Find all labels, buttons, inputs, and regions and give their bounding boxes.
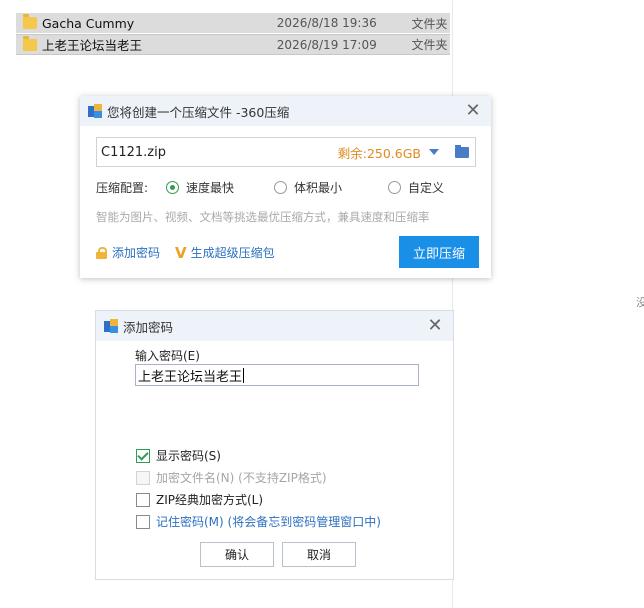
show-password-option[interactable]: 显示密码(S) — [136, 447, 221, 464]
compress-dialog-title: 您将创建一个压缩文件 -360压缩 — [107, 104, 290, 120]
checkbox-label[interactable]: 显示密码(S) — [156, 447, 221, 464]
folder-icon — [23, 35, 37, 51]
cancel-button[interactable]: 取消 — [282, 542, 356, 567]
super-compress-icon: V — [175, 243, 187, 262]
archive-path-field[interactable]: C1121.zip 剩余:250.6GB — [96, 137, 476, 167]
add-password-link[interactable]: 添加密码 — [112, 244, 160, 261]
compress-now-button[interactable]: 立即压缩 — [399, 236, 479, 268]
compress-dialog: 您将创建一个压缩文件 -360压缩 ✕ C1121.zip 剩余:250.6GB… — [80, 96, 491, 278]
compress-hint: 智能为图片、视频、文档等挑选最优压缩方式，兼具速度和压缩率 — [96, 210, 430, 224]
radio-label[interactable]: 自定义 — [408, 179, 444, 196]
password-input-label: 输入密码(E) — [135, 349, 200, 363]
edge-text: 没 — [636, 296, 644, 309]
file-type: 文件夹 — [411, 16, 448, 31]
file-name: Gacha Cummy — [42, 15, 135, 31]
option-links: 添加密码 V 生成超级压缩包 — [96, 244, 275, 261]
radio-custom[interactable]: 自定义 — [388, 179, 444, 196]
password-dialog-titlebar[interactable]: 添加密码 ✕ — [96, 311, 453, 341]
password-value[interactable]: 上老王论坛当老王 — [138, 366, 242, 385]
file-row-gacha-cummy[interactable]: Gacha Cummy 2026/8/18 19:36 文件夹 — [16, 13, 450, 33]
password-input[interactable]: 上老王论坛当老王 — [135, 364, 419, 386]
close-icon[interactable]: ✕ — [463, 101, 483, 121]
text-cursor — [243, 367, 245, 383]
zip-classic-checkbox[interactable] — [136, 492, 150, 507]
lock-icon — [96, 246, 107, 259]
radio-fastest[interactable]: 速度最快 — [166, 179, 234, 196]
remember-password-option[interactable]: 记住密码(M) (将会备忘到密码管理窗口中) — [136, 513, 381, 530]
checkbox-label: 加密文件名(N) (不支持ZIP格式) — [156, 471, 327, 485]
folder-icon — [23, 14, 37, 29]
checkbox-label[interactable]: 记住密码(M) (将会备忘到密码管理窗口中) — [156, 513, 381, 530]
add-password-dialog: 添加密码 ✕ 输入密码(E) 上老王论坛当老王 显示密码(S) 加密文件名(N)… — [95, 310, 454, 580]
radio-dot[interactable] — [166, 180, 179, 194]
zip-classic-option[interactable]: ZIP经典加密方式(L) — [136, 491, 263, 508]
compress-mode-label: 压缩配置: — [96, 180, 149, 195]
radio-dot[interactable] — [274, 180, 287, 194]
show-password-checkbox[interactable] — [136, 448, 150, 463]
chevron-down-icon[interactable] — [429, 149, 439, 155]
checkbox-label[interactable]: ZIP经典加密方式(L) — [156, 491, 263, 508]
encrypt-filename-option: 加密文件名(N) (不支持ZIP格式) — [136, 469, 327, 486]
file-row-laowang[interactable]: 上老王论坛当老王 2026/8/19 17:09 文件夹 — [16, 34, 450, 55]
radio-label[interactable]: 速度最快 — [186, 179, 234, 196]
app-360zip-icon — [88, 104, 102, 118]
archive-path-value[interactable]: C1121.zip — [101, 145, 338, 160]
radio-smallest[interactable]: 体积最小 — [274, 179, 342, 196]
browse-folder-icon[interactable] — [455, 144, 469, 158]
file-date: 2026/8/18 19:36 — [276, 16, 377, 30]
super-compress-link[interactable]: 生成超级压缩包 — [191, 244, 275, 261]
password-dialog-title: 添加密码 — [123, 319, 174, 335]
confirm-button[interactable]: 确认 — [200, 542, 274, 567]
encrypt-filename-checkbox — [136, 470, 150, 485]
radio-dot[interactable] — [388, 180, 401, 194]
radio-label[interactable]: 体积最小 — [294, 179, 342, 196]
file-date: 2026/8/19 17:09 — [276, 37, 377, 52]
remember-password-checkbox[interactable] — [136, 514, 150, 529]
app-360zip-icon — [104, 319, 118, 333]
free-space-label: 剩余:250.6GB — [337, 145, 421, 161]
file-type: 文件夹 — [411, 38, 448, 52]
close-icon[interactable]: ✕ — [425, 316, 445, 336]
compress-dialog-titlebar[interactable]: 您将创建一个压缩文件 -360压缩 ✕ — [80, 96, 491, 126]
file-name: 上老王论坛当老王 — [42, 38, 143, 53]
compress-mode-row: 压缩配置: 速度最快 体积最小 自定义 — [96, 178, 476, 196]
